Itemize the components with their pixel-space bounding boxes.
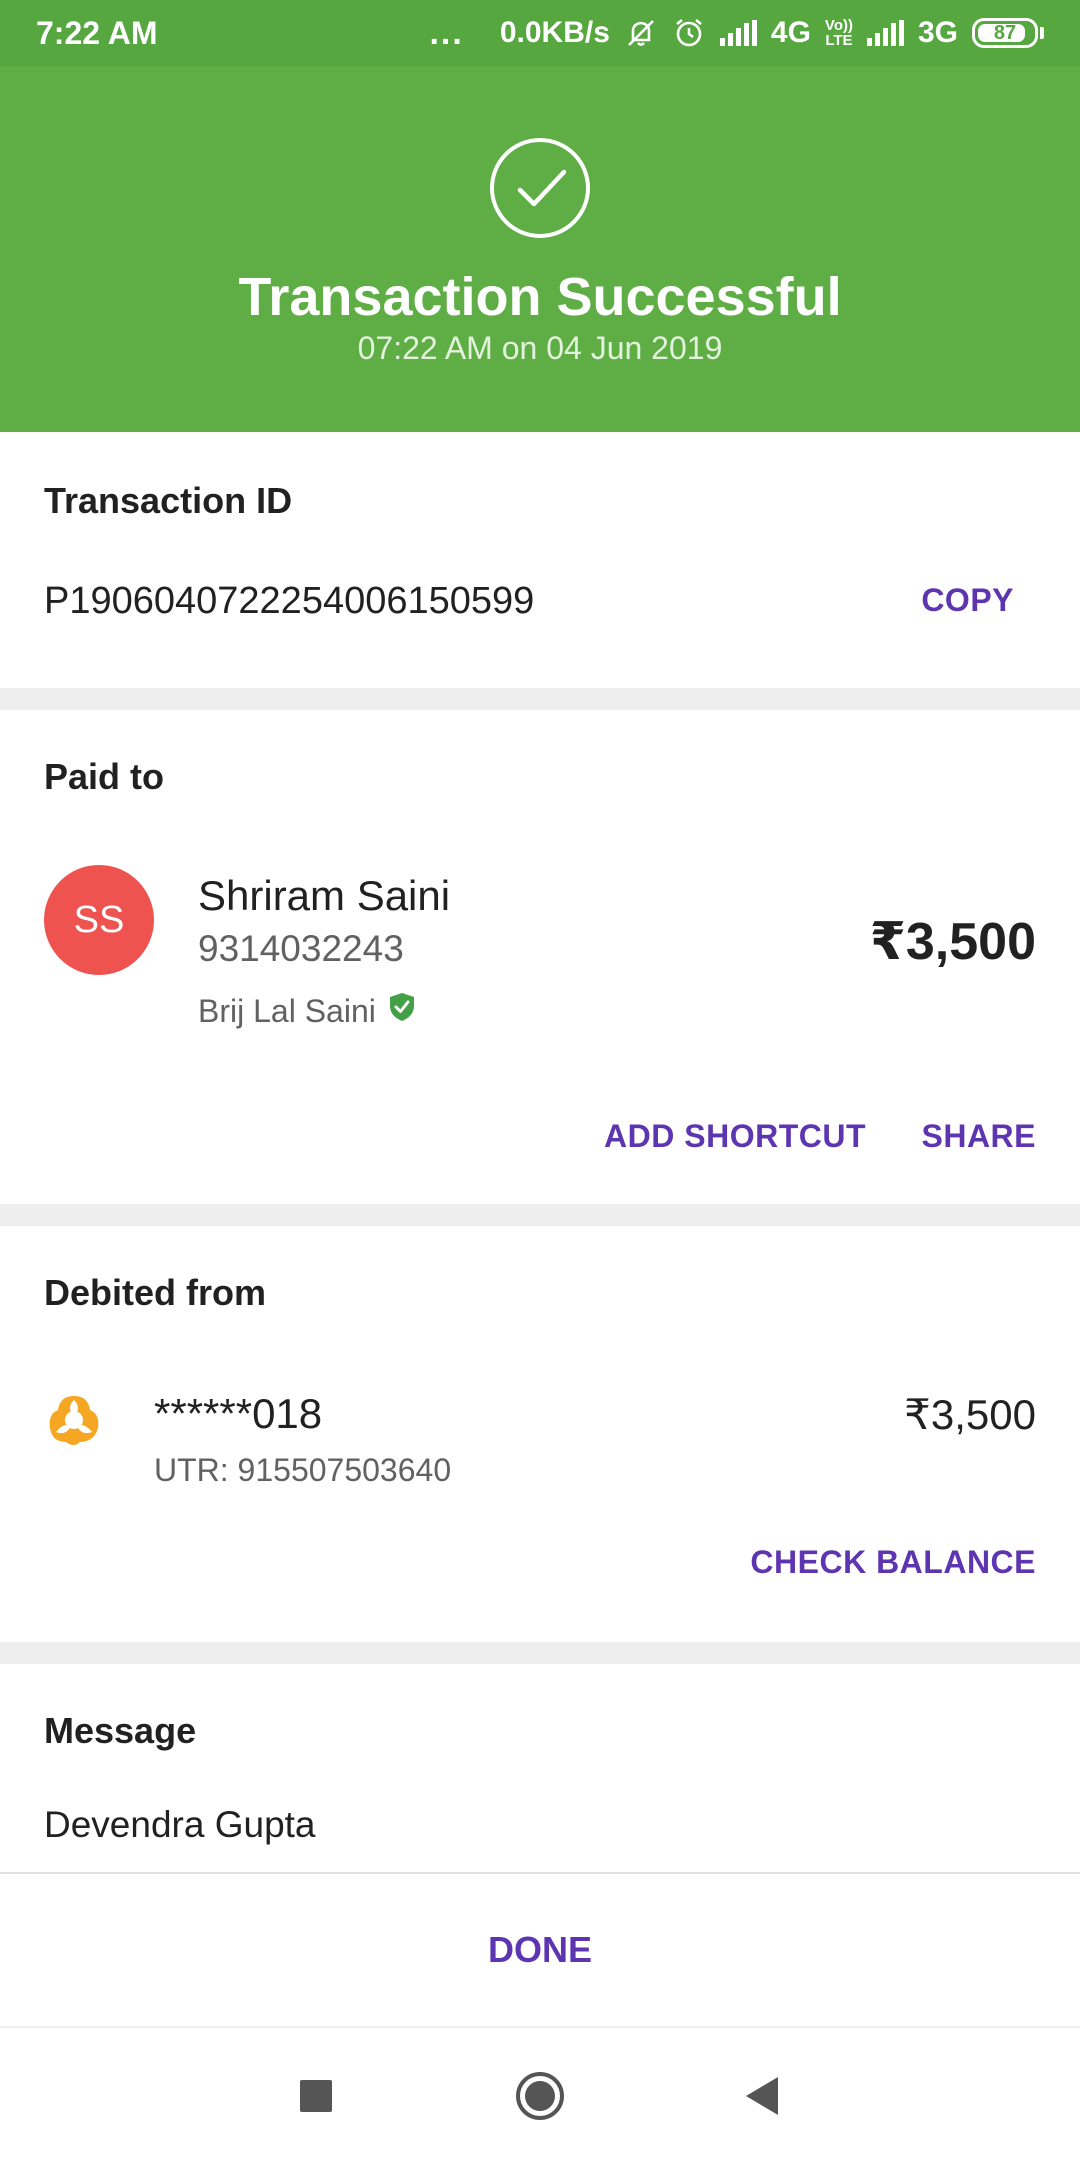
battery-level: 87	[993, 21, 1017, 44]
page-title: Transaction Successful	[238, 267, 842, 327]
check-circle-icon	[490, 138, 590, 238]
message-text: Devendra Gupta	[44, 1804, 316, 1845]
debited-amount: ₹3,500	[904, 1391, 1036, 1438]
success-header: Transaction Successful 07:22 AM on 04 Ju…	[0, 66, 1080, 432]
account-number: ******018	[154, 1390, 323, 1437]
status-time: 7:22 AM	[36, 14, 158, 51]
recents-button[interactable]	[286, 2066, 346, 2126]
share-button[interactable]: SHARE	[921, 1118, 1036, 1155]
network-speed: 0.0KB/s	[499, 16, 610, 49]
debited-from-label: Debited from	[44, 1272, 267, 1313]
paid-to-label: Paid to	[44, 756, 165, 797]
payee-phone: 9314032243	[198, 928, 404, 969]
volte-top: Vo))	[824, 17, 853, 34]
bank-logo-icon	[44, 1392, 104, 1453]
section-divider	[0, 1204, 1080, 1226]
network-type-2: 3G	[917, 16, 958, 49]
paid-to-card: Paid to SS Shriram Saini 9314032243 Brij…	[0, 710, 1080, 1204]
transaction-id-label: Transaction ID	[44, 480, 293, 521]
signal-2-icon	[866, 20, 904, 46]
message-label: Message	[44, 1710, 197, 1751]
payee-account-name: Brij Lal Saini	[198, 992, 416, 1030]
battery-icon: 87	[972, 18, 1044, 48]
message-card: Message Devendra Gupta	[0, 1664, 1080, 1872]
status-bar: 7:22 AM ... 0.0KB/s 4G Vo)) LTE 3G 87	[0, 0, 1080, 66]
add-shortcut-button[interactable]: ADD SHORTCUT	[604, 1118, 866, 1155]
volte-bottom: LTE	[825, 32, 853, 49]
status-icons: ... 0.0KB/s 4G Vo)) LTE 3G 87	[429, 14, 1044, 53]
transaction-datetime: 07:22 AM on 04 Jun 2019	[357, 330, 723, 366]
paid-amount: ₹3,500	[869, 913, 1036, 971]
mute-bell-icon	[624, 16, 658, 50]
network-type-1: 4G	[770, 16, 811, 49]
recents-icon	[300, 2080, 332, 2112]
check-balance-button[interactable]: CHECK BALANCE	[750, 1544, 1036, 1581]
alarm-icon	[672, 16, 706, 50]
home-icon	[516, 2072, 564, 2120]
back-icon	[746, 2077, 778, 2115]
section-divider	[0, 1642, 1080, 1664]
signal-1-icon	[719, 20, 757, 46]
more-notifications-icon: ...	[429, 13, 464, 52]
navigation-bar	[0, 2028, 1080, 2160]
transaction-id-card: Transaction ID P1906040722254006150599 C…	[0, 432, 1080, 688]
avatar: SS	[44, 865, 154, 975]
done-button[interactable]: DONE	[488, 1929, 592, 1971]
debited-from-card: Debited from ******018 UTR: 915507503640…	[0, 1226, 1080, 1642]
transaction-id-value: P1906040722254006150599	[44, 580, 535, 622]
copy-button[interactable]: COPY	[921, 582, 1014, 619]
verified-shield-icon	[388, 992, 416, 1030]
section-divider	[0, 688, 1080, 710]
volte-icon: Vo)) LTE	[825, 18, 853, 48]
utr-number: UTR: 915507503640	[154, 1452, 452, 1488]
back-button[interactable]	[732, 2066, 792, 2126]
payee-name: Shriram Saini	[198, 872, 451, 919]
payee-account-name-text: Brij Lal Saini	[198, 992, 376, 1029]
home-button[interactable]	[510, 2066, 570, 2126]
done-bar: DONE	[0, 1872, 1080, 2028]
